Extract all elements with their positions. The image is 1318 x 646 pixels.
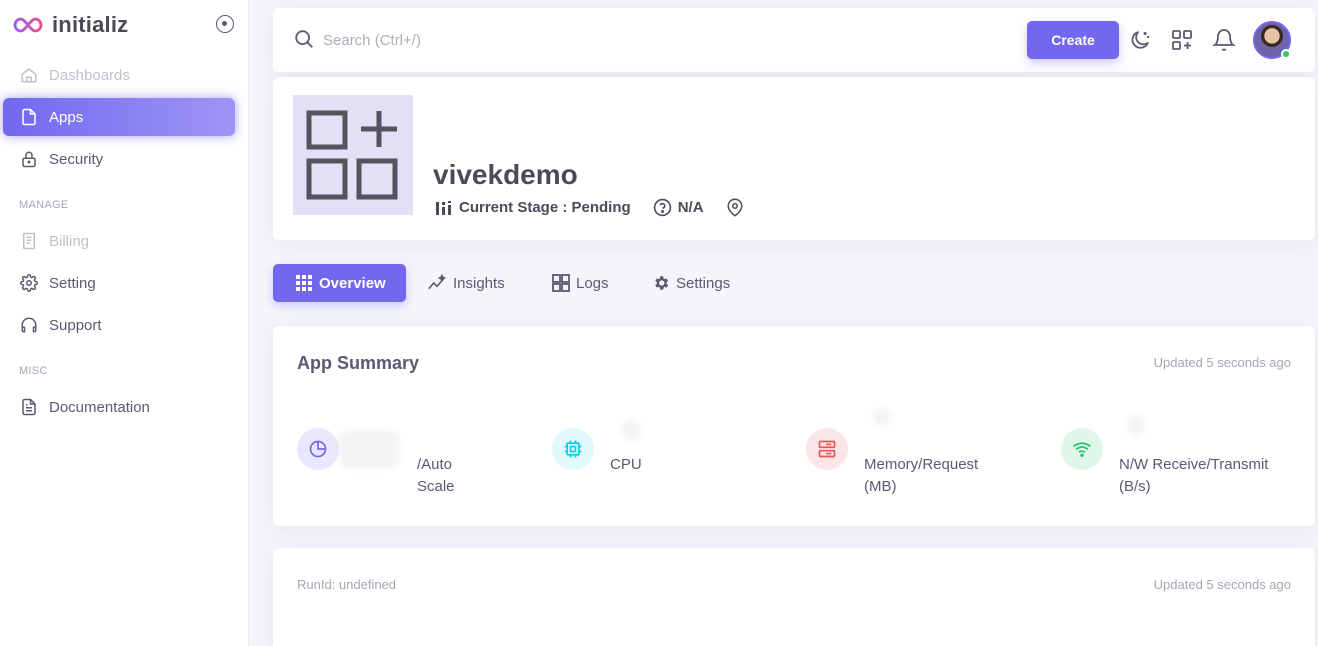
section-label-manage: MANAGE — [19, 199, 69, 211]
sidebar-item-label: Apps — [49, 108, 84, 126]
app-name: vivekdemo — [433, 159, 578, 190]
sidebar-item-security[interactable]: Security — [3, 140, 235, 178]
search-input[interactable] — [323, 28, 723, 52]
tab-label: Overview — [319, 274, 386, 292]
sidebar-item-label: Dashboards — [49, 66, 130, 84]
trend-icon — [427, 274, 447, 292]
tab-label: Insights — [453, 274, 505, 292]
sidebar: initializ Dashboards Apps Security MANAG… — [0, 0, 249, 646]
moon-icon[interactable] — [1128, 28, 1152, 52]
updated-timestamp: Updated 5 seconds ago — [1153, 577, 1291, 592]
map-pin-icon[interactable] — [726, 198, 744, 217]
sidebar-item-billing[interactable]: Billing — [3, 222, 235, 260]
receipt-icon — [19, 231, 39, 251]
blurred-value — [873, 408, 891, 426]
bell-icon[interactable] — [1212, 28, 1236, 52]
tab-label: Settings — [676, 274, 731, 292]
top-navbar: Create — [273, 8, 1315, 72]
run-id: RunId: undefined — [297, 577, 397, 592]
sidebar-item-label: Billing — [49, 232, 90, 250]
stat-label: N/W Receive/Transmit (B/s) — [1119, 456, 1269, 495]
online-status-dot — [1281, 49, 1291, 59]
current-stage: Current Stage : Pending — [459, 199, 631, 216]
stage-bars-icon — [435, 200, 453, 216]
sidebar-item-support[interactable]: Support — [3, 306, 235, 344]
logs-grid-icon — [552, 274, 570, 292]
app-tile-icon — [293, 95, 413, 215]
tab-logs[interactable]: Logs — [552, 264, 609, 302]
blurred-value — [621, 420, 641, 440]
sidebar-item-label: Security — [49, 150, 104, 168]
document-icon — [19, 397, 39, 417]
sidebar-item-label: Support — [49, 316, 102, 334]
updated-timestamp: Updated 5 seconds ago — [1153, 355, 1291, 370]
stat-label: Memory/Request (MB) — [864, 456, 979, 495]
sidebar-item-documentation[interactable]: Documentation — [3, 388, 235, 426]
lock-icon — [19, 149, 39, 169]
tab-settings[interactable]: Settings — [652, 264, 730, 302]
infinity-logo-icon — [13, 17, 43, 33]
brand[interactable]: initializ — [12, 10, 128, 40]
tab-overview[interactable]: Overview — [273, 264, 406, 302]
wifi-icon — [1061, 428, 1103, 470]
brand-name: initializ — [52, 12, 129, 37]
cog-icon — [652, 274, 670, 292]
file-icon — [19, 107, 39, 127]
sidebar-item-label: Documentation — [49, 398, 150, 416]
stat-label: CPU — [610, 456, 642, 473]
blurred-value — [1127, 416, 1145, 436]
apps-add-icon[interactable] — [1170, 28, 1194, 52]
sidebar-item-dashboards[interactable]: Dashboards — [3, 56, 235, 94]
blurred-value — [339, 430, 399, 468]
create-button[interactable]: Create — [1027, 21, 1119, 59]
run-card: RunId: undefined Updated 5 seconds ago — [273, 548, 1315, 646]
app-meta: Current Stage : Pending N/A — [435, 198, 750, 217]
server-icon — [806, 428, 848, 470]
section-label-misc: MISC — [19, 365, 48, 377]
tab-label: Logs — [576, 274, 609, 292]
grid-icon — [295, 274, 313, 292]
sidebar-collapse-toggle[interactable] — [216, 15, 234, 33]
search-icon[interactable] — [293, 28, 315, 50]
cpu-icon — [552, 428, 594, 470]
headphones-icon — [19, 315, 39, 335]
sidebar-item-label: Setting — [49, 274, 96, 292]
tab-insights[interactable]: Insights — [427, 264, 505, 302]
card-title: App Summary — [297, 353, 420, 373]
gear-icon — [19, 273, 39, 293]
pie-chart-icon — [297, 428, 339, 470]
app-summary-card: App Summary Updated 5 seconds ago /Auto … — [273, 326, 1315, 526]
sidebar-item-apps[interactable]: Apps — [3, 98, 235, 136]
home-icon — [19, 65, 39, 85]
sidebar-item-setting[interactable]: Setting — [3, 264, 235, 302]
app-status: N/A — [677, 199, 704, 216]
stat-label: /Auto Scale — [417, 456, 455, 495]
app-header-card: vivekdemo Current Stage : Pending N/A — [273, 77, 1315, 240]
help-circle-icon — [653, 198, 672, 217]
